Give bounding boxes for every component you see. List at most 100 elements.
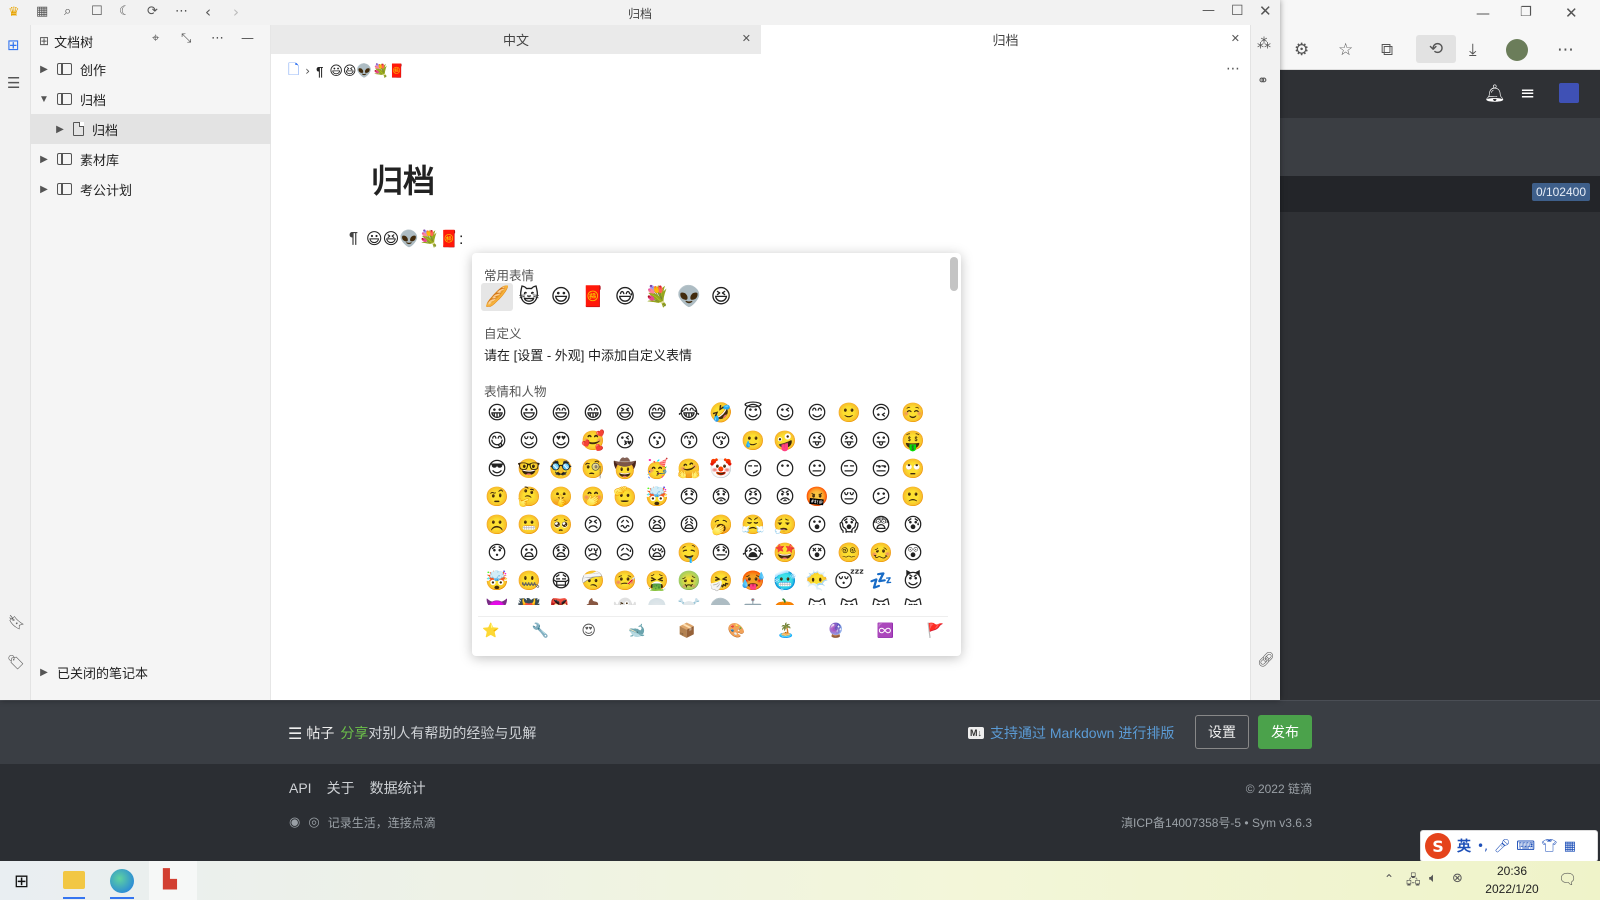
emoji-cell[interactable]: 💀	[641, 595, 673, 606]
tree-item-notebook[interactable]: ▶ 创作	[31, 54, 271, 84]
emoji-cell[interactable]: 😭	[737, 539, 769, 567]
emoji-cell[interactable]: 😀	[481, 399, 513, 427]
more-icon[interactable]: ⋯	[1226, 61, 1240, 77]
emoji-cell[interactable]: 😬	[513, 511, 545, 539]
emoji-cell[interactable]: 😶‍🌫️	[801, 567, 833, 595]
emoji-cell[interactable]: 😮‍💨	[769, 511, 801, 539]
emoji-cell[interactable]: 😩	[673, 511, 705, 539]
emoji-cell[interactable]: 🙄	[897, 455, 929, 483]
more-icon[interactable]: ⋯	[1557, 40, 1574, 60]
emoji-cell[interactable]: 👹	[513, 595, 545, 606]
emoji-cell[interactable]: 😻	[897, 595, 929, 606]
emoji-cell[interactable]: 🤕	[577, 567, 609, 595]
emoji-cell[interactable]: 😫	[641, 511, 673, 539]
emoji-cell[interactable]: 😛	[865, 427, 897, 455]
breadcrumb-pilcrow[interactable]: ¶	[316, 64, 323, 79]
emoji-cell[interactable]: 🥺	[545, 511, 577, 539]
emoji-cell[interactable]: ☺️	[897, 399, 929, 427]
emoji-cell[interactable]: 🤑	[897, 427, 929, 455]
tab-archive[interactable]: 归档 ✕	[761, 25, 1250, 54]
emoji-cell[interactable]: 😃	[545, 283, 577, 311]
ime-status-icon[interactable]: ⊗	[1452, 871, 1463, 886]
chevron-up-icon[interactable]: ⌃	[1384, 872, 1394, 886]
siyuan-taskbar-button[interactable]: ▙	[149, 861, 197, 900]
emoji-cell[interactable]: 😺	[513, 283, 545, 311]
github-icon[interactable]: ◉	[289, 815, 300, 830]
emoji-cell[interactable]: 😊	[801, 399, 833, 427]
emoji-cell[interactable]: 🤭	[577, 483, 609, 511]
emoji-cell[interactable]: 🤫	[545, 483, 577, 511]
volume-icon[interactable]: 🔈︎	[1429, 871, 1437, 886]
more-icon[interactable]: ⋯	[175, 4, 188, 19]
closed-notebooks[interactable]: ▶ 已关闭的笔记本	[31, 657, 271, 687]
maximize-icon[interactable]: ☐	[1231, 3, 1244, 19]
emoji-cell[interactable]: 😓	[705, 539, 737, 567]
minimize-panel-icon[interactable]: —	[241, 31, 254, 46]
emoji-cell[interactable]: 😕	[865, 483, 897, 511]
graph-icon[interactable]: ⁂	[1257, 36, 1271, 52]
emoji-cell[interactable]: 🥲	[737, 427, 769, 455]
emoji-cell[interactable]: 😺	[801, 595, 833, 606]
emoji-cell[interactable]: 😪	[641, 539, 673, 567]
clock-time[interactable]: 20:36	[1472, 864, 1552, 878]
tree-item-notebook[interactable]: ▼ 归档	[31, 84, 271, 114]
emoji-cell[interactable]: 😅	[609, 283, 641, 311]
chevron-down-icon[interactable]: ▼	[37, 94, 51, 105]
bookmark-icon[interactable]: 🔖︎	[8, 615, 26, 631]
weibo-icon[interactable]: ◎	[308, 815, 319, 830]
emoji-cell[interactable]: 👽	[673, 283, 705, 311]
clock-date[interactable]: 2022/1/20	[1472, 882, 1552, 896]
skin-icon[interactable]: 👕︎	[1541, 839, 1558, 854]
emoji-cell[interactable]: 😉	[769, 399, 801, 427]
document-icon[interactable]: 🗋	[288, 59, 299, 83]
emoji-cell[interactable]: 👺	[545, 595, 577, 606]
edge-icon[interactable]	[110, 869, 134, 893]
sogou-logo-icon[interactable]: S	[1425, 833, 1451, 859]
doc-title[interactable]: 归档	[371, 156, 435, 202]
history-icon[interactable]: ⟲	[1416, 35, 1456, 63]
category-tab-icon[interactable]: 🐋	[628, 623, 645, 639]
emoji-cell[interactable]: 🤮	[641, 567, 673, 595]
emoji-cell[interactable]: 🤤	[673, 539, 705, 567]
paragraph-emojis[interactable]: 😃😆👽💐🧧	[366, 231, 459, 248]
emoji-cell[interactable]: 😁	[577, 399, 609, 427]
emoji-cell[interactable]: 😥	[609, 539, 641, 567]
emoji-cell[interactable]: 🤨	[481, 483, 513, 511]
emoji-cell[interactable]: 😸	[833, 595, 865, 606]
emoji-cell[interactable]: ☹️	[481, 511, 513, 539]
file-tree-icon[interactable]: ⊞	[7, 36, 20, 54]
emoji-cell[interactable]: ☠️	[673, 595, 705, 606]
category-tab-icon[interactable]: 🔮	[827, 623, 844, 639]
more-icon[interactable]: ⋯	[211, 31, 224, 46]
toolbox-icon[interactable]: ▦	[1564, 839, 1576, 854]
emoji-cell[interactable]: 🥖	[481, 283, 513, 311]
emoji-cell[interactable]: 🤩	[769, 539, 801, 567]
emoji-cell[interactable]: 🎃	[769, 595, 801, 606]
collections-icon[interactable]: ⧉	[1381, 40, 1393, 60]
emoji-cell[interactable]: 🥰	[577, 427, 609, 455]
emoji-cell[interactable]: 😈	[897, 567, 929, 595]
file-explorer-icon[interactable]	[63, 871, 85, 889]
emoji-cell[interactable]: 😣	[577, 511, 609, 539]
emoji-cell[interactable]: 😞	[673, 483, 705, 511]
emoji-cell[interactable]: 😵‍💫	[833, 539, 865, 567]
publish-button[interactable]: 发布	[1258, 715, 1312, 749]
emoji-cell[interactable]: 🥸	[545, 455, 577, 483]
paragraph-suffix[interactable]: :	[459, 231, 463, 248]
emoji-cell[interactable]: 🤒	[609, 567, 641, 595]
restore-icon[interactable]: ❐	[1520, 5, 1532, 20]
emoji-cell[interactable]: 😂	[673, 399, 705, 427]
chevron-right-icon[interactable]: ▶	[37, 184, 51, 195]
emoji-cell[interactable]: 🤠	[609, 455, 641, 483]
settings-button[interactable]: 设置	[1195, 715, 1249, 749]
download-icon[interactable]: ⤓	[1469, 40, 1477, 60]
backlinks-icon[interactable]: 🔗︎	[1257, 652, 1275, 668]
emoji-cell[interactable]: 🥳	[641, 455, 673, 483]
emoji-cell[interactable]: 😏	[737, 455, 769, 483]
emoji-cell[interactable]: 😖	[609, 511, 641, 539]
emoji-cell[interactable]: 🥶	[769, 567, 801, 595]
back-icon[interactable]: ‹	[205, 3, 211, 21]
favorites-icon[interactable]: ☆	[1338, 40, 1353, 60]
sync-icon[interactable]: ⟳	[147, 4, 158, 19]
footer-icp[interactable]: 滇ICP备14007358号-5 • Sym v3.6.3	[1121, 814, 1312, 831]
